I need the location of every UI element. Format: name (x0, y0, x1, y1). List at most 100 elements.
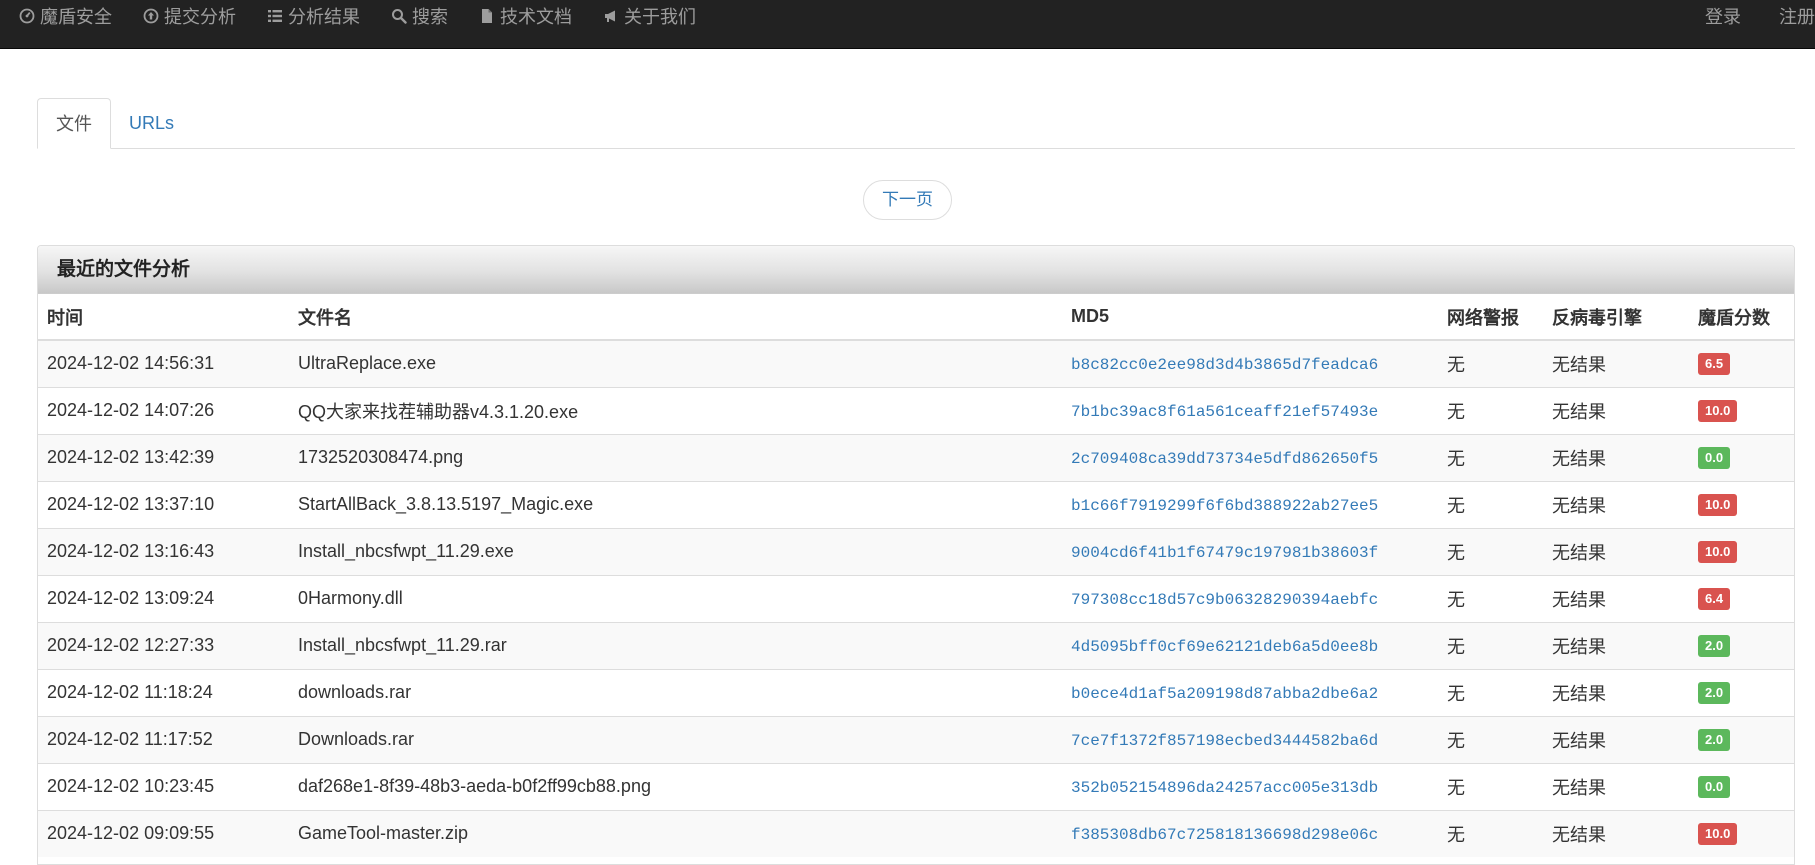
md5-link[interactable]: 797308cc18d57c9b06328290394aebfc (1071, 591, 1378, 609)
cell-time: 2024-12-02 13:16:43 (38, 527, 289, 575)
nav-item-search[interactable]: 搜索 (390, 3, 448, 29)
cell-md5: 7ce7f1372f857198ecbed3444582ba6d (1062, 715, 1438, 763)
cell-time: 2024-12-02 12:27:33 (38, 621, 289, 669)
table-row[interactable]: 2024-12-02 09:09:55 GameTool-master.zip f3… (38, 809, 1794, 857)
search-icon (390, 7, 408, 25)
nav-brand-label: 魔盾安全 (40, 7, 112, 27)
pager: 下一页 (0, 180, 1815, 220)
cell-antivirus: 无结果 (1543, 386, 1689, 434)
nav-item-search-label: 搜索 (412, 7, 448, 27)
register-link[interactable]: 注册 (1779, 3, 1815, 29)
col-header-antivirus: 反病毒引擎 (1543, 294, 1689, 341)
cell-score: 6.5 (1689, 339, 1794, 387)
cell-network-alerts: 无 (1438, 574, 1543, 622)
cell-md5: 7b1bc39ac8f61a561ceaff21ef57493e (1062, 386, 1438, 434)
nav-item-docs[interactable]: 技术文档 (478, 3, 572, 29)
cell-filename: Install_nbcsfwpt_11.29.rar (289, 621, 1062, 669)
tab-files[interactable]: 文件 (37, 98, 111, 149)
nav-brand[interactable]: 魔盾安全 (18, 3, 112, 29)
cell-network-alerts: 无 (1438, 809, 1543, 857)
results-table: 时间 文件名 MD5 网络警报 反病毒引擎 魔盾分数 2024-12-02 14… (38, 294, 1794, 857)
cell-antivirus: 无结果 (1543, 668, 1689, 716)
dashboard-icon (18, 7, 36, 25)
cell-score: 10.0 (1689, 386, 1794, 434)
cell-score: 10.0 (1689, 527, 1794, 575)
cell-network-alerts: 无 (1438, 339, 1543, 387)
score-badge: 2.0 (1698, 635, 1731, 657)
file-url-tabs: 文件 URLs (37, 98, 1795, 149)
cell-md5: 9004cd6f41b1f67479c197981b38603f (1062, 527, 1438, 575)
md5-link[interactable]: 9004cd6f41b1f67479c197981b38603f (1071, 544, 1378, 562)
cell-network-alerts: 无 (1438, 621, 1543, 669)
col-header-filename: 文件名 (289, 294, 1062, 341)
table-row[interactable]: 2024-12-02 14:07:26 QQ大家来找茬辅助器v4.3.1.20.e… (38, 386, 1794, 434)
cell-network-alerts: 无 (1438, 668, 1543, 716)
cell-filename: Install_nbcsfwpt_11.29.exe (289, 527, 1062, 575)
md5-link[interactable]: 352b052154896da24257acc005e313db (1071, 779, 1378, 797)
login-link[interactable]: 登录 (1705, 3, 1741, 29)
nav-item-submit[interactable]: 提交分析 (142, 3, 236, 29)
table-row[interactable]: 2024-12-02 12:27:33 Install_nbcsfwpt_11.2… (38, 621, 1794, 669)
cell-antivirus: 无结果 (1543, 574, 1689, 622)
cell-network-alerts: 无 (1438, 433, 1543, 481)
table-row[interactable]: 2024-12-02 13:37:10 StartAllBack_3.8.13.5… (38, 480, 1794, 528)
cell-md5: f385308db67c725818136698d298e06c (1062, 809, 1438, 857)
results-body: 2024-12-02 14:56:31 UltraReplace.exe b8c82… (38, 339, 1794, 857)
table-row[interactable]: 2024-12-02 11:17:52 Downloads.rar 7ce7f137… (38, 715, 1794, 763)
table-row[interactable]: 2024-12-02 13:16:43 Install_nbcsfwpt_11.2… (38, 527, 1794, 575)
md5-link[interactable]: 4d5095bff0cf69e62121deb6a5d0ee8b (1071, 638, 1378, 656)
score-badge: 2.0 (1698, 682, 1731, 704)
cell-antivirus: 无结果 (1543, 339, 1689, 387)
cell-time: 2024-12-02 14:07:26 (38, 386, 289, 434)
top-navbar: 魔盾安全 提交分析 分析结果 搜索 技术文档 关于我们 登录 注册 (0, 0, 1815, 49)
nav-item-docs-label: 技术文档 (500, 7, 572, 27)
md5-link[interactable]: b8c82cc0e2ee98d3d4b3865d7feadca6 (1071, 356, 1378, 374)
cell-score: 10.0 (1689, 480, 1794, 528)
cell-time: 2024-12-02 11:17:52 (38, 715, 289, 763)
table-row[interactable]: 2024-12-02 10:23:45 daf268e1-8f39-48b3-ae… (38, 762, 1794, 810)
cell-filename: UltraReplace.exe (289, 339, 1062, 387)
upload-circle-icon (142, 7, 160, 25)
cell-network-alerts: 无 (1438, 527, 1543, 575)
cell-network-alerts: 无 (1438, 715, 1543, 763)
md5-link[interactable]: b0ece4d1af5a209198d87abba2dbe6a2 (1071, 685, 1378, 703)
col-header-md5: MD5 (1062, 294, 1438, 341)
cell-antivirus: 无结果 (1543, 433, 1689, 481)
md5-link[interactable]: f385308db67c725818136698d298e06c (1071, 826, 1378, 844)
nav-item-about[interactable]: 关于我们 (602, 3, 696, 29)
md5-link[interactable]: 7b1bc39ac8f61a561ceaff21ef57493e (1071, 403, 1378, 421)
col-header-score: 魔盾分数 (1689, 294, 1794, 341)
table-row[interactable]: 2024-12-02 11:18:24 downloads.rar b0ece4d1… (38, 668, 1794, 716)
cell-filename: Downloads.rar (289, 715, 1062, 763)
tab-urls[interactable]: URLs (111, 98, 192, 149)
table-header-row: 时间 文件名 MD5 网络警报 反病毒引擎 魔盾分数 (38, 294, 1794, 341)
md5-link[interactable]: 2c709408ca39dd73734e5dfd862650f5 (1071, 450, 1378, 468)
cell-score: 0.0 (1689, 433, 1794, 481)
cell-filename: 0Harmony.dll (289, 574, 1062, 622)
cell-score: 2.0 (1689, 668, 1794, 716)
md5-link[interactable]: b1c66f7919299f6f6bd388922ab27ee5 (1071, 497, 1378, 515)
panel-title: 最近的文件分析 (38, 246, 1794, 294)
document-icon (478, 7, 496, 25)
cell-time: 2024-12-02 14:56:31 (38, 339, 289, 387)
cell-filename: downloads.rar (289, 668, 1062, 716)
cell-score: 2.0 (1689, 621, 1794, 669)
recent-files-panel: 最近的文件分析 时间 文件名 MD5 网络警报 反病毒引擎 魔盾分数 2024-… (37, 245, 1795, 865)
table-row[interactable]: 2024-12-02 14:56:31 UltraReplace.exe b8c82… (38, 339, 1794, 387)
cell-md5: 4d5095bff0cf69e62121deb6a5d0ee8b (1062, 621, 1438, 669)
score-badge: 2.0 (1698, 729, 1731, 751)
score-badge: 0.0 (1698, 776, 1731, 798)
md5-link[interactable]: 7ce7f1372f857198ecbed3444582ba6d (1071, 732, 1378, 750)
table-row[interactable]: 2024-12-02 13:42:39 1732520308474.png 2c70… (38, 433, 1794, 481)
cell-antivirus: 无结果 (1543, 715, 1689, 763)
score-badge: 10.0 (1698, 823, 1738, 846)
cell-time: 2024-12-02 10:23:45 (38, 762, 289, 810)
nav-item-submit-label: 提交分析 (164, 7, 236, 27)
cell-antivirus: 无结果 (1543, 809, 1689, 857)
nav-item-results[interactable]: 分析结果 (266, 3, 360, 29)
cell-network-alerts: 无 (1438, 762, 1543, 810)
score-badge: 10.0 (1698, 400, 1738, 422)
cell-network-alerts: 无 (1438, 386, 1543, 434)
next-page-button[interactable]: 下一页 (863, 180, 952, 220)
table-row[interactable]: 2024-12-02 13:09:24 0Harmony.dll 797308cc1… (38, 574, 1794, 622)
